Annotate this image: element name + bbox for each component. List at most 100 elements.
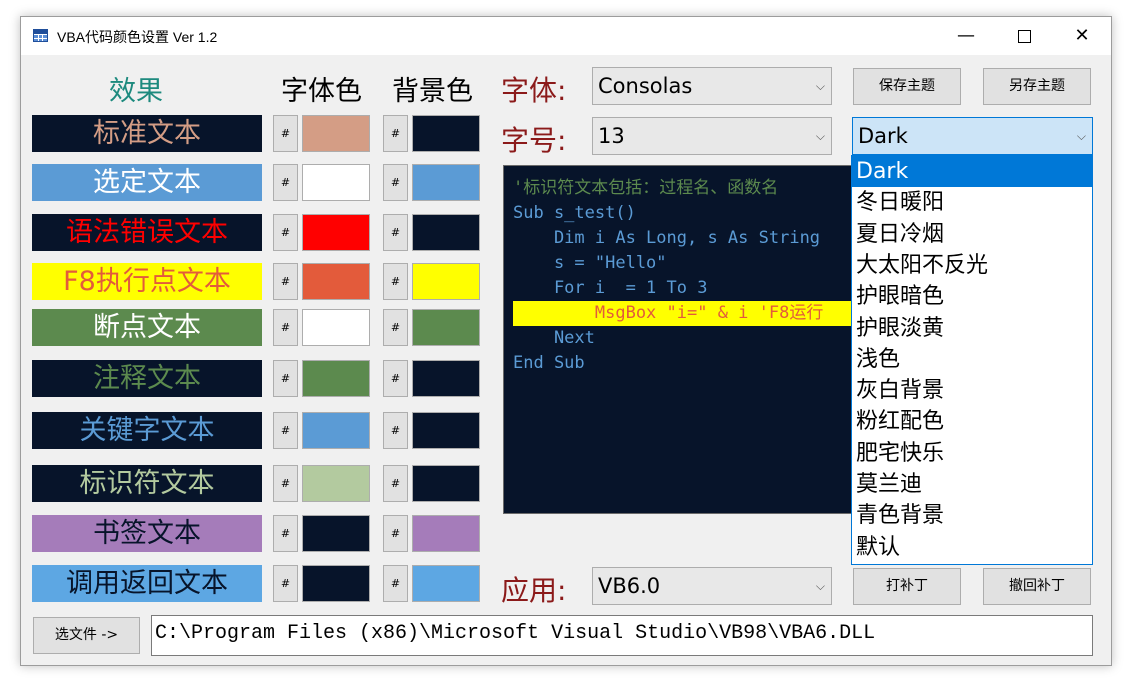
code-preview: '标识符文本包括：过程名、函数名 Sub s_test() Dim i As Lo…	[503, 165, 853, 514]
size-select[interactable]: 13 ⌵	[592, 117, 832, 155]
code-line: s = "Hello"	[513, 253, 667, 273]
app-label: 应用:	[501, 574, 567, 607]
theme-option[interactable]: 粉红配色	[852, 406, 1092, 437]
main-window: VBA代码颜色设置 Ver 1.2 — ✕ 效果 字体色 背景色 标准文本 # # 选…	[20, 16, 1112, 666]
font-color-hex-button[interactable]: #	[273, 309, 298, 346]
bg-color-swatch[interactable]	[412, 412, 480, 449]
sample-text: 标准文本	[32, 115, 262, 152]
bg-color-hex-button[interactable]: #	[383, 412, 408, 449]
font-color-swatch[interactable]	[302, 309, 370, 346]
code-line: MsgBox "i=" & i 'F8运行	[513, 303, 824, 323]
file-path-input[interactable]: C:\Program Files (x86)\Microsoft Visual …	[151, 615, 1093, 656]
save-as-theme-button[interactable]: 另存主题	[983, 68, 1091, 105]
bg-color-hex-button[interactable]: #	[383, 164, 408, 201]
font-color-hex-button[interactable]: #	[273, 565, 298, 602]
header-effect: 效果	[109, 76, 163, 107]
minimize-button[interactable]: —	[937, 17, 995, 55]
theme-option[interactable]: 灰白背景	[852, 375, 1092, 406]
theme-option[interactable]: Dark	[852, 156, 1092, 187]
font-color-hex-button[interactable]: #	[273, 164, 298, 201]
app-select[interactable]: VB6.0 ⌵	[592, 567, 832, 605]
theme-option[interactable]: 冬日暖阳	[852, 187, 1092, 218]
font-select-value: Consolas	[598, 74, 693, 98]
font-color-swatch[interactable]	[302, 115, 370, 152]
bg-color-swatch[interactable]	[412, 515, 480, 552]
sample-text: 选定文本	[32, 164, 262, 201]
window-title: VBA代码颜色设置 Ver 1.2	[57, 29, 218, 45]
theme-option[interactable]: 浅色	[852, 344, 1092, 375]
font-color-swatch[interactable]	[302, 412, 370, 449]
sample-text: 断点文本	[32, 309, 262, 346]
bg-color-hex-button[interactable]: #	[383, 565, 408, 602]
app-grid-icon	[33, 29, 48, 42]
theme-dropdown-list[interactable]: Dark 冬日暖阳 夏日冷烟 大太阳不反光 护眼暗色 护眼淡黄 浅色 灰白背景 粉红配色 肥宅快乐…	[851, 155, 1093, 565]
font-select[interactable]: Consolas ⌵	[592, 67, 832, 105]
font-color-swatch[interactable]	[302, 565, 370, 602]
bg-color-swatch[interactable]	[412, 214, 480, 251]
font-color-hex-button[interactable]: #	[273, 263, 298, 300]
font-color-swatch[interactable]	[302, 465, 370, 502]
font-color-hex-button[interactable]: #	[273, 115, 298, 152]
patch-button[interactable]: 打补丁	[853, 568, 961, 605]
font-color-swatch[interactable]	[302, 360, 370, 397]
sample-text: 语法错误文本	[32, 214, 262, 251]
font-color-swatch[interactable]	[302, 515, 370, 552]
sample-text: 注释文本	[32, 360, 262, 397]
font-label: 字体:	[501, 74, 567, 107]
code-line: For i = 1 To 3	[513, 278, 708, 298]
bg-color-hex-button[interactable]: #	[383, 309, 408, 346]
code-line: End Sub	[513, 353, 585, 373]
theme-select-value: Dark	[858, 124, 908, 148]
theme-option[interactable]: 默认	[852, 532, 1092, 563]
sample-text: 标识符文本	[32, 465, 262, 502]
theme-option[interactable]: 青色背景	[852, 500, 1092, 531]
bg-color-hex-button[interactable]: #	[383, 360, 408, 397]
bg-color-hex-button[interactable]: #	[383, 465, 408, 502]
bg-color-swatch[interactable]	[412, 115, 480, 152]
font-color-hex-button[interactable]: #	[273, 412, 298, 449]
theme-option[interactable]: 护眼淡黄	[852, 313, 1092, 344]
bg-color-swatch[interactable]	[412, 309, 480, 346]
font-color-swatch[interactable]	[302, 214, 370, 251]
maximize-icon	[1017, 29, 1031, 43]
bg-color-hex-button[interactable]: #	[383, 263, 408, 300]
code-line: Dim i As Long, s As String	[513, 228, 821, 248]
size-select-value: 13	[598, 124, 625, 148]
theme-option[interactable]: 莫兰迪	[852, 469, 1092, 500]
save-theme-button[interactable]: 保存主题	[853, 68, 961, 105]
maximize-button[interactable]	[995, 17, 1053, 55]
bg-color-hex-button[interactable]: #	[383, 515, 408, 552]
bg-color-hex-button[interactable]: #	[383, 214, 408, 251]
bg-color-swatch[interactable]	[412, 164, 480, 201]
bg-color-swatch[interactable]	[412, 360, 480, 397]
font-color-swatch[interactable]	[302, 263, 370, 300]
font-color-hex-button[interactable]: #	[273, 214, 298, 251]
chevron-down-icon: ⌵	[815, 79, 825, 93]
unpatch-button[interactable]: 撤回补丁	[983, 568, 1091, 605]
theme-option[interactable]: 护眼暗色	[852, 281, 1092, 312]
font-color-hex-button[interactable]: #	[273, 360, 298, 397]
theme-option[interactable]: 肥宅快乐	[852, 438, 1092, 469]
header-bg-color: 背景色	[392, 76, 473, 107]
app-select-value: VB6.0	[598, 574, 661, 598]
bg-color-swatch[interactable]	[412, 465, 480, 502]
font-color-hex-button[interactable]: #	[273, 465, 298, 502]
font-color-swatch[interactable]	[302, 164, 370, 201]
theme-option[interactable]: 夏日冷烟	[852, 219, 1092, 250]
theme-option[interactable]: 大太阳不反光	[852, 250, 1092, 281]
close-button[interactable]: ✕	[1053, 17, 1111, 55]
chevron-down-icon: ⌵	[1076, 129, 1086, 143]
header-font-color: 字体色	[281, 76, 362, 107]
theme-select[interactable]: Dark ⌵	[852, 117, 1093, 155]
code-line: Sub s_test()	[513, 203, 636, 223]
code-line: '标识符文本包括：过程名、函数名	[513, 178, 779, 198]
bg-color-swatch[interactable]	[412, 565, 480, 602]
size-label: 字号:	[501, 124, 567, 157]
bg-color-hex-button[interactable]: #	[383, 115, 408, 152]
chevron-down-icon: ⌵	[815, 129, 825, 143]
title-bar[interactable]: VBA代码颜色设置 Ver 1.2 — ✕	[21, 17, 1111, 55]
chevron-down-icon: ⌵	[815, 579, 825, 593]
bg-color-swatch[interactable]	[412, 263, 480, 300]
select-file-button[interactable]: 选文件 ->	[33, 617, 140, 654]
font-color-hex-button[interactable]: #	[273, 515, 298, 552]
